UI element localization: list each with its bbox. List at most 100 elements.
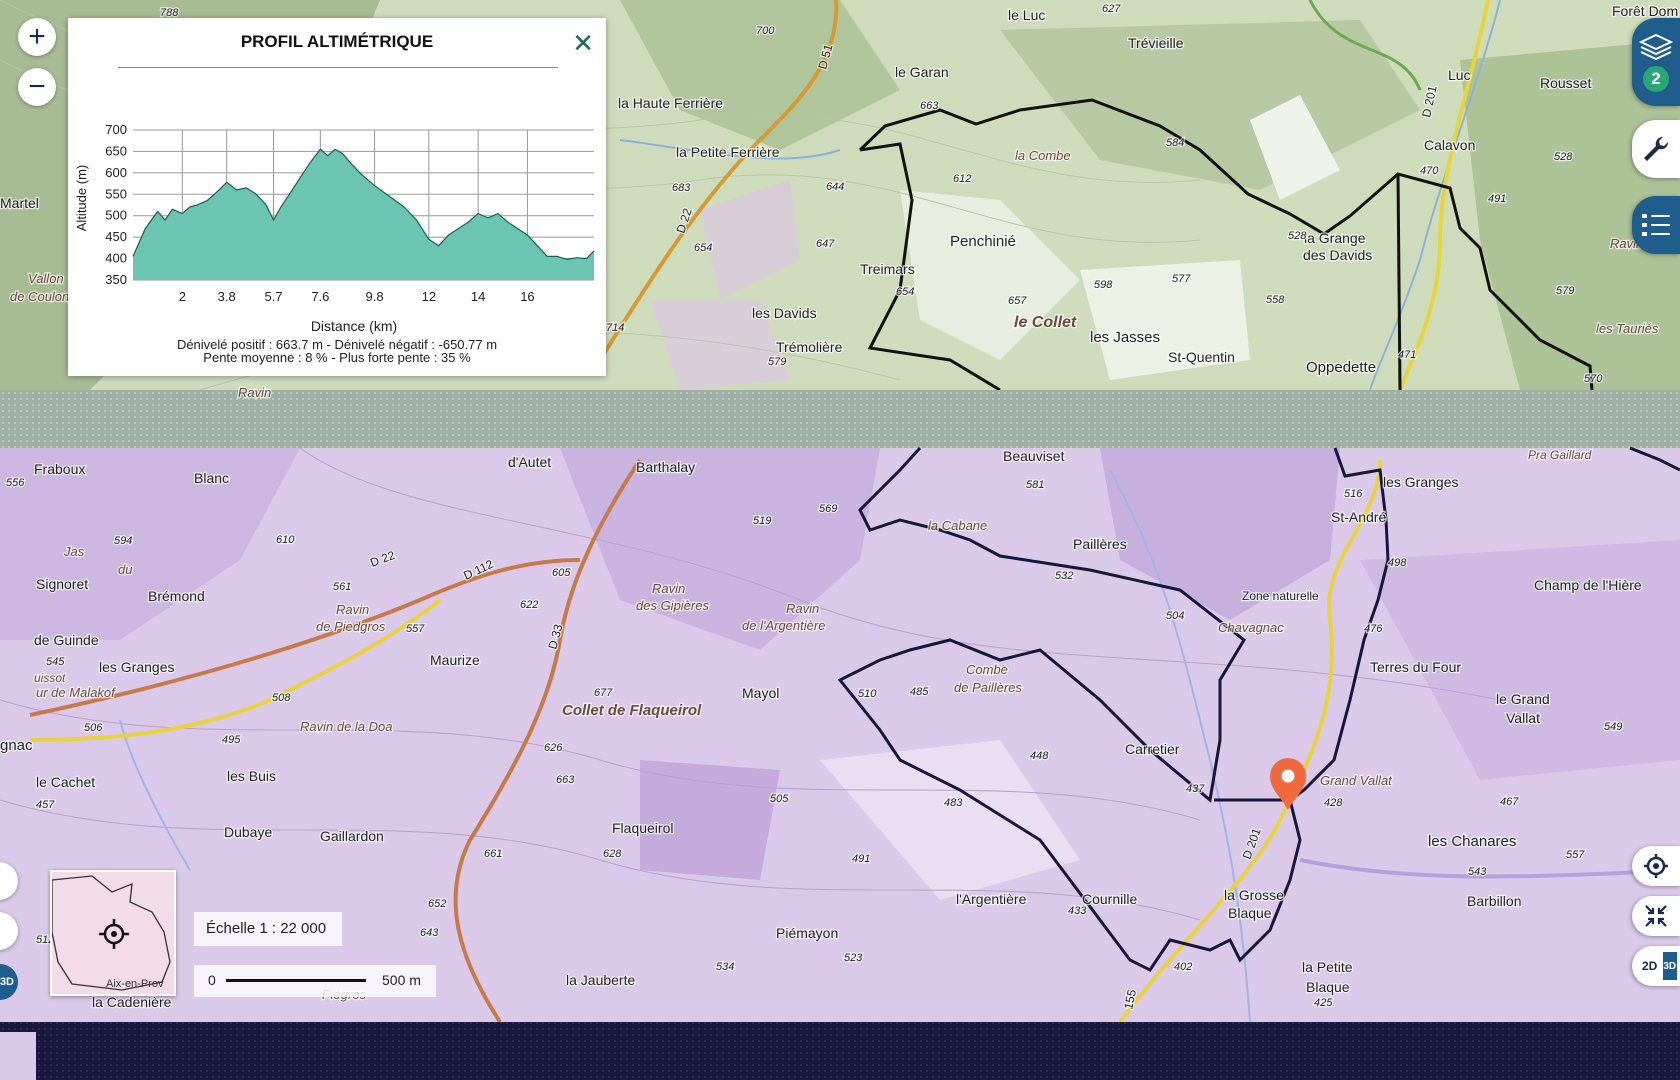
altitude-label: 516	[1344, 488, 1363, 500]
altitude-label: 505	[770, 793, 789, 805]
place-label: la Grange	[1304, 230, 1366, 246]
feature-label: Combe	[966, 662, 1008, 677]
slope-stats: Pente moyenne : 8 % - Plus forte pente :…	[203, 350, 471, 365]
layers-count-badge: 2	[1643, 66, 1669, 92]
place-label: le Garan	[895, 64, 949, 80]
tools-button[interactable]	[1632, 120, 1680, 178]
place-label: Maurize	[430, 652, 480, 668]
altitude-label: 508	[272, 692, 291, 704]
altitude-label: 700	[756, 25, 775, 37]
view-mode-toggle[interactable]: 2D 3D	[1632, 946, 1680, 986]
close-icon[interactable]: ✕	[572, 28, 594, 59]
altitude-label: 644	[826, 181, 844, 193]
scale-bar: 0 500 m	[194, 965, 436, 997]
place-label: Oppedette	[1306, 359, 1376, 376]
elevation-profile-panel: PROFIL ALTIMÉTRIQUE ✕ 350 400 450 500 550 600…	[68, 18, 606, 376]
legend-button[interactable]	[1632, 196, 1680, 254]
list-icon	[1642, 214, 1670, 236]
elevation-chart[interactable]: 350 400 450 500 550 600 650 700 2 3.8 5.7 7.6 9.8 12…	[68, 108, 606, 348]
y-tick-label: 700	[105, 122, 127, 137]
tile-gap-band	[0, 1022, 1680, 1080]
altitude-label: 598	[1094, 279, 1113, 291]
altitude-label: 510	[858, 688, 877, 700]
place-label: Fraboux	[34, 461, 85, 477]
place-label: les Granges	[1383, 474, 1458, 490]
locate-me-button[interactable]	[1632, 846, 1680, 886]
place-label: les Jasses	[1090, 329, 1160, 346]
altitude-label: 628	[603, 848, 622, 860]
feature-label: de l'Argentière	[742, 618, 825, 633]
map-viewer[interactable]: le Luc Trévieille Luc Rousset Forêt Dom le Ga…	[0, 0, 1680, 1080]
altitude-label: 491	[852, 853, 870, 865]
place-label: Blanc	[194, 470, 229, 486]
feature-label: Ravin	[652, 581, 685, 596]
feature-label: Grand Vallat	[1320, 773, 1393, 788]
profile-title: PROFIL ALTIMÉTRIQUE	[240, 32, 434, 51]
altitude-label: 561	[333, 581, 351, 593]
scale-line	[226, 979, 366, 982]
summit-label: le Collet	[1014, 314, 1077, 331]
altitude-label: 612	[953, 173, 971, 185]
place-label: le Luc	[1008, 7, 1045, 23]
x-axis-ticks: 2 3.8 5.7 7.6 9.8 12 14 16	[179, 289, 535, 304]
3d-button[interactable]: 3D	[1663, 952, 1678, 980]
place-label: la Petite	[1302, 959, 1353, 975]
place-label: Forêt Dom	[1612, 3, 1678, 19]
place-label: Gaillardon	[320, 828, 384, 844]
altitude-label: 657	[1008, 295, 1027, 307]
place-label: Martel	[0, 195, 39, 211]
feature-label: la Combe	[1015, 148, 1071, 163]
y-tick-label: 600	[105, 165, 127, 180]
place-label: la Petite Ferrière	[676, 144, 780, 160]
x-axis-label: Distance (km)	[311, 318, 397, 334]
place-label: Calavon	[1424, 137, 1475, 153]
place-label: le Cachet	[36, 774, 95, 790]
place-label: les Granges	[99, 659, 174, 675]
place-label: les Chanares	[1428, 833, 1516, 850]
altitude-label: 654	[694, 242, 712, 254]
fullscreen-button[interactable]	[1632, 896, 1680, 936]
altitude-label: 626	[544, 742, 563, 754]
altitude-label: 581	[1026, 479, 1044, 491]
feature-label: ur de Malakof	[36, 685, 116, 700]
feature-label: de Coulon	[10, 289, 69, 304]
y-tick-label: 650	[105, 143, 127, 158]
altitude-label: 652	[428, 898, 446, 910]
altitude-label: 523	[844, 952, 863, 964]
zoom-in-button[interactable]: +	[18, 18, 56, 56]
feature-label: la Cabane	[928, 518, 987, 533]
feature-label: Vallon	[28, 271, 64, 286]
place-label: Rousset	[1540, 75, 1591, 91]
altitude-label: 677	[594, 687, 613, 699]
zoom-out-button[interactable]: −	[18, 68, 56, 106]
place-label: Trévieille	[1128, 35, 1184, 51]
altitude-label: 584	[1166, 137, 1184, 149]
y-axis-label: Altitude (m)	[74, 165, 89, 231]
altitude-label: 557	[406, 623, 425, 635]
altitude-label: 532	[1055, 570, 1073, 582]
place-label: Zone naturelle	[1242, 589, 1319, 603]
place-label: Blaque	[1228, 905, 1272, 921]
place-label: Flaqueirol	[612, 820, 673, 836]
altitude-label: 610	[276, 534, 295, 546]
altitude-label: 528	[1554, 151, 1573, 163]
altitude-label: 483	[944, 797, 963, 809]
minimap-city-label: Aix-en-Prov	[106, 978, 164, 990]
place-label: des Davids	[1303, 247, 1372, 263]
overview-minimap[interactable]: Aix-en-Prov	[50, 870, 176, 996]
2d-button[interactable]: 2D	[1642, 959, 1657, 973]
feature-label: Chavagnac	[1218, 620, 1284, 635]
place-label: la Haute Ferrière	[618, 95, 723, 111]
altitude-label: 647	[816, 238, 835, 250]
altitude-label: 556	[6, 477, 25, 489]
chart-area-series	[132, 148, 595, 280]
wrench-icon	[1644, 136, 1669, 161]
altitude-label: 485	[910, 686, 929, 698]
altitude-label: 471	[1398, 349, 1416, 361]
place-label: les Buis	[227, 768, 276, 784]
place-label: l'Argentière	[956, 891, 1027, 907]
altitude-label: 663	[556, 774, 575, 786]
layers-button[interactable]: 2	[1632, 18, 1680, 106]
altitude-label: 498	[1388, 557, 1407, 569]
place-label: Terres du Four	[1370, 659, 1461, 675]
